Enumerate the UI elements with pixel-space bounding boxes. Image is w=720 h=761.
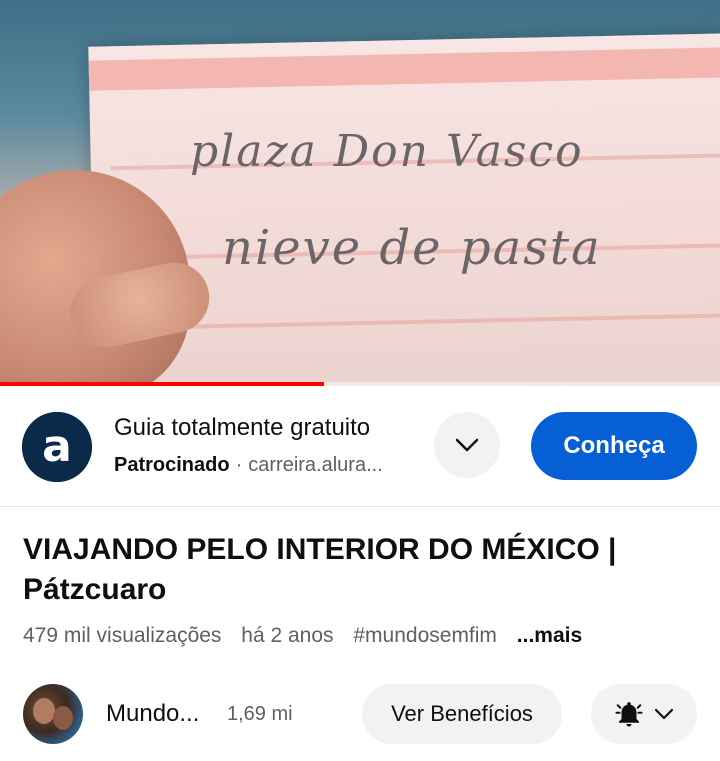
- chevron-down-icon: [654, 708, 674, 720]
- subscriber-count: 1,69 mi: [227, 703, 293, 725]
- video-title[interactable]: VIAJANDO PELO INTERIOR DO MÉXICO | Pátzc…: [23, 530, 703, 610]
- svg-text:a: a: [42, 421, 72, 472]
- hashtag-link[interactable]: #mundosemfim: [353, 624, 497, 647]
- separator-dot: ·: [235, 454, 243, 476]
- upload-age: há 2 anos: [241, 624, 334, 647]
- notification-bell-button[interactable]: [591, 684, 697, 744]
- video-player[interactable]: plaza Don Vasco nieve de pasta: [0, 0, 720, 386]
- ad-url: carreira.alura...: [248, 454, 383, 476]
- sponsored-label: Patrocinado: [114, 454, 230, 476]
- sponsored-ad-row[interactable]: a Guia totalmente gratuito Patrocinado · c…: [0, 386, 720, 507]
- ad-title[interactable]: Guia totalmente gratuito: [114, 414, 370, 442]
- channel-name[interactable]: Mundo...: [106, 700, 199, 728]
- chevron-down-icon: [455, 438, 479, 452]
- more-button[interactable]: ...mais: [517, 624, 582, 647]
- handwriting-line-1: plaza Don Vasco: [190, 126, 584, 177]
- handwriting-line-2: nieve de pasta: [222, 220, 602, 276]
- video-metadata[interactable]: 479 mil visualizações há 2 anos #mundose…: [23, 624, 582, 648]
- bell-icon: [615, 702, 643, 727]
- view-count: 479 mil visualizações: [23, 624, 222, 647]
- conheca-button[interactable]: Conheça: [531, 412, 697, 480]
- alura-logo-icon[interactable]: a: [22, 412, 92, 482]
- channel-avatar[interactable]: [23, 684, 83, 744]
- ver-beneficios-button[interactable]: Ver Benefícios: [362, 684, 562, 744]
- ad-subtitle: Patrocinado · carreira.alura...: [114, 454, 383, 477]
- ad-expand-button[interactable]: [434, 412, 500, 478]
